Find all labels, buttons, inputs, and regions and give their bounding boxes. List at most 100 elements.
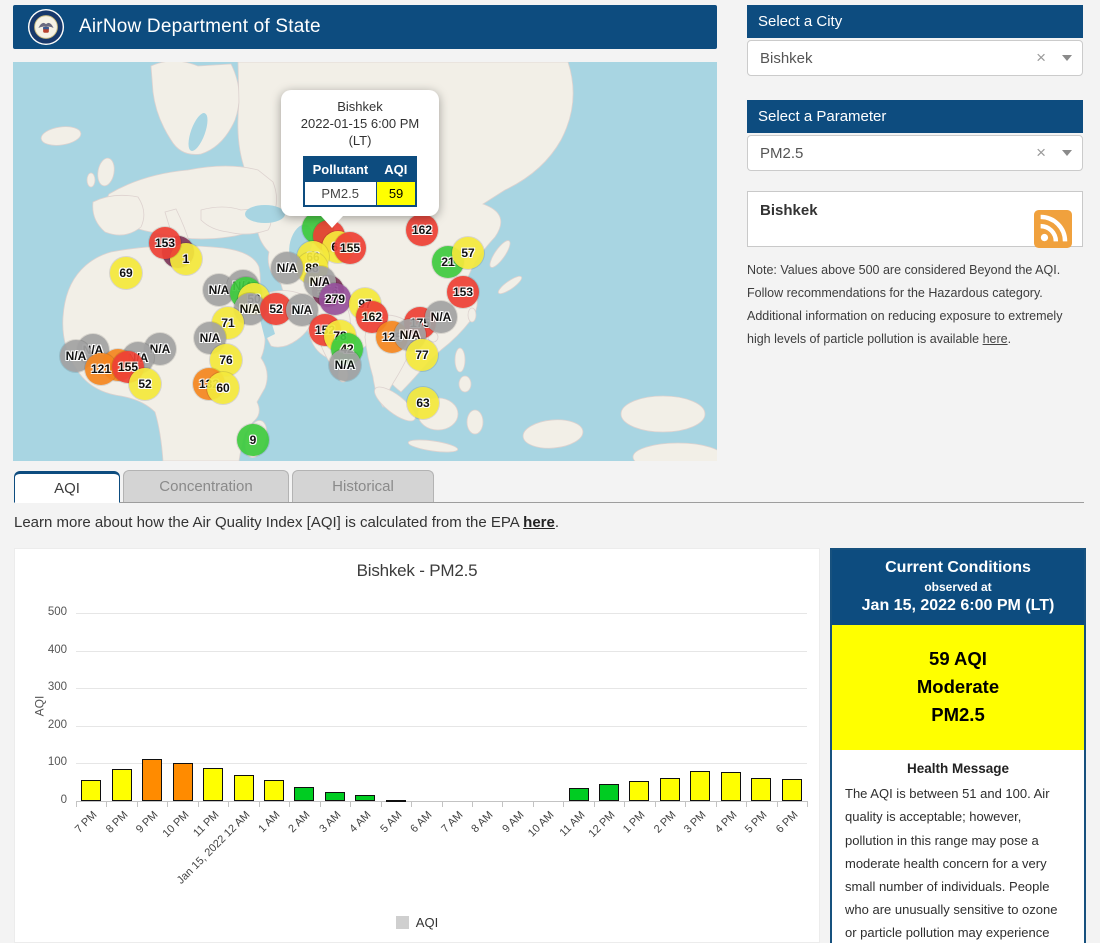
x-tick bbox=[563, 801, 564, 807]
aqi-bar[interactable] bbox=[751, 778, 771, 801]
popup-pointer bbox=[321, 216, 343, 228]
aqi-bar[interactable] bbox=[325, 792, 345, 801]
aqi-bar[interactable] bbox=[721, 772, 741, 801]
x-tick bbox=[137, 801, 138, 807]
aqi-bar[interactable] bbox=[569, 788, 589, 801]
aqi-bar[interactable] bbox=[81, 780, 101, 801]
observed-at-label: observed at bbox=[838, 580, 1078, 594]
app-header: AirNow Department of State bbox=[13, 5, 717, 49]
x-tick bbox=[594, 801, 595, 807]
x-tick-label: 8 PM bbox=[104, 809, 131, 836]
aqi-bar[interactable] bbox=[782, 779, 802, 801]
select-parameter-header: Select a Parameter bbox=[747, 100, 1083, 133]
aqi-map-marker[interactable]: 77 bbox=[406, 339, 438, 371]
aqi-bar[interactable] bbox=[355, 795, 375, 801]
aqi-map-marker[interactable]: N/A bbox=[271, 252, 303, 284]
aqi-bar[interactable] bbox=[264, 780, 284, 801]
tab-historical[interactable]: Historical bbox=[292, 470, 434, 502]
x-tick bbox=[533, 801, 534, 807]
x-tick-label: 2 AM bbox=[287, 809, 313, 835]
x-tick-label: 6 PM bbox=[774, 809, 801, 836]
x-tick bbox=[716, 801, 717, 807]
x-tick bbox=[381, 801, 382, 807]
aqi-map-marker[interactable]: N/A bbox=[425, 301, 457, 333]
popup-city: Bishkek bbox=[289, 99, 431, 116]
x-tick bbox=[777, 801, 778, 807]
current-aqi-category: Moderate bbox=[838, 673, 1078, 701]
aqi-map-marker[interactable]: 162 bbox=[406, 214, 438, 246]
learn-more-text: Learn more about how the Air Quality Ind… bbox=[14, 514, 559, 531]
city-select[interactable]: Bishkek × bbox=[747, 40, 1083, 76]
sidebar: Select a City Bishkek × Select a Paramet… bbox=[747, 5, 1083, 352]
current-conditions-title: Current Conditions bbox=[838, 559, 1078, 577]
aqi-map-marker[interactable]: 69 bbox=[110, 257, 142, 289]
aqi-bar[interactable] bbox=[386, 800, 406, 802]
chart-legend[interactable]: AQI bbox=[15, 915, 819, 930]
aqi-bar[interactable] bbox=[142, 759, 162, 801]
aqi-map-marker[interactable]: 153 bbox=[149, 227, 181, 259]
x-tick-label: 8 AM bbox=[469, 809, 495, 835]
popup-datetime: 2022-01-15 6:00 PM bbox=[289, 116, 431, 133]
aqi-bar[interactable] bbox=[203, 768, 223, 801]
x-tick-label: 9 AM bbox=[500, 809, 526, 835]
x-tick-label: 4 AM bbox=[348, 809, 374, 835]
x-tick bbox=[350, 801, 351, 807]
tab-concentration[interactable]: Concentration bbox=[123, 470, 289, 502]
observed-at-value: Jan 15, 2022 6:00 PM (LT) bbox=[838, 597, 1078, 615]
x-tick bbox=[807, 801, 808, 807]
aqi-map-marker[interactable]: 63 bbox=[407, 387, 439, 419]
current-aqi-box: 59 AQI Moderate PM2.5 bbox=[832, 625, 1084, 750]
aqi-bar[interactable] bbox=[599, 784, 619, 801]
aqi-map-marker[interactable]: 60 bbox=[207, 372, 239, 404]
gridline bbox=[76, 726, 807, 727]
city-select-value: Bishkek bbox=[760, 50, 1026, 67]
parameter-select-value: PM2.5 bbox=[760, 145, 1026, 162]
aqi-bar[interactable] bbox=[660, 778, 680, 801]
aqi-map-marker[interactable]: 155 bbox=[334, 232, 366, 264]
aqi-map-marker[interactable]: 57 bbox=[452, 237, 484, 269]
x-tick bbox=[624, 801, 625, 807]
popup-timezone: (LT) bbox=[289, 133, 431, 150]
chart-title: Bishkek - PM2.5 bbox=[15, 561, 819, 581]
aqi-map-marker[interactable]: N/A bbox=[329, 349, 361, 381]
world-aqi-map[interactable]: 1153691626115566882157153N/AN/AN/A50N/A5… bbox=[13, 62, 717, 461]
x-tick bbox=[320, 801, 321, 807]
popup-aqi-value: 59 bbox=[376, 181, 416, 206]
parameter-caret-down-icon[interactable] bbox=[1062, 150, 1072, 156]
x-tick bbox=[228, 801, 229, 807]
x-tick-label: 1 AM bbox=[256, 809, 282, 835]
x-tick-label: 12 PM bbox=[587, 809, 618, 840]
x-tick bbox=[411, 801, 412, 807]
rss-icon[interactable] bbox=[1034, 210, 1072, 248]
x-tick bbox=[167, 801, 168, 807]
epa-here-link[interactable]: here bbox=[523, 514, 555, 531]
current-conditions-header: Current Conditions observed at Jan 15, 2… bbox=[832, 550, 1084, 625]
aqi-bar[interactable] bbox=[234, 775, 254, 801]
x-tick bbox=[685, 801, 686, 807]
parameter-clear-icon[interactable]: × bbox=[1026, 143, 1056, 163]
x-tick-label: 10 PM bbox=[160, 809, 191, 840]
x-tick bbox=[259, 801, 260, 807]
current-aqi-pollutant: PM2.5 bbox=[838, 701, 1078, 729]
x-tick bbox=[502, 801, 503, 807]
tab-aqi[interactable]: AQI bbox=[14, 471, 120, 503]
aqi-bar[interactable] bbox=[629, 781, 649, 801]
note-here-link[interactable]: here bbox=[983, 332, 1008, 346]
y-tick-label: 300 bbox=[23, 681, 67, 693]
y-tick-label: 0 bbox=[23, 794, 67, 806]
aqi-bar[interactable] bbox=[690, 771, 710, 801]
aqi-bar[interactable] bbox=[173, 763, 193, 801]
aqi-bar[interactable] bbox=[294, 787, 314, 801]
y-tick-label: 200 bbox=[23, 719, 67, 731]
aqi-map-marker[interactable]: 279 bbox=[319, 283, 351, 315]
x-tick bbox=[106, 801, 107, 807]
page-title: AirNow Department of State bbox=[79, 16, 321, 38]
aqi-bar[interactable] bbox=[112, 769, 132, 801]
city-clear-icon[interactable]: × bbox=[1026, 48, 1056, 68]
aqi-map-marker[interactable]: 9 bbox=[237, 424, 269, 456]
aqi-map-marker[interactable]: 153 bbox=[447, 276, 479, 308]
aqi-map-marker[interactable]: 52 bbox=[129, 368, 161, 400]
legend-label: AQI bbox=[416, 915, 438, 930]
city-caret-down-icon[interactable] bbox=[1062, 55, 1072, 61]
parameter-select[interactable]: PM2.5 × bbox=[747, 135, 1083, 171]
